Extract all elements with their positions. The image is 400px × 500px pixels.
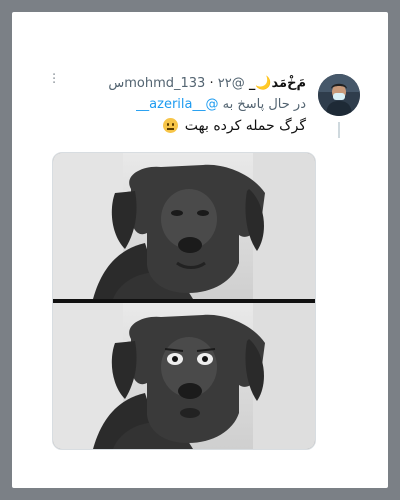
- dog-image-top: [53, 153, 315, 299]
- dog-meme-panel-top[interactable]: [53, 153, 315, 299]
- neutral-face-emoji-icon: [163, 118, 179, 133]
- avatar[interactable]: [318, 74, 360, 116]
- dog-image-bottom: [53, 303, 315, 449]
- reply-mention-link[interactable]: @__azerila__: [136, 97, 218, 112]
- avatar-photo: [318, 74, 360, 116]
- tweet-media[interactable]: [52, 152, 316, 450]
- tweet-text-body: گرگ حمله کرده بهت: [184, 118, 306, 134]
- reply-context: در حال پاسخ به @__azerila__: [136, 97, 306, 113]
- tweet-text: گرگ حمله کرده بهت: [163, 116, 306, 136]
- more-options-icon[interactable]: · · ·: [52, 69, 56, 90]
- reply-prefix: در حال پاسخ به: [222, 97, 306, 112]
- display-name[interactable]: مَ‌خ‌ْمَد🌙_: [249, 76, 306, 91]
- tweet-card[interactable]: · · · مَ‌خ‌ْمَد🌙_ @mohmd_133 · ۲۲س در حال …: [12, 12, 388, 488]
- thread-connector-line: [338, 122, 340, 138]
- dog-meme-panel-bottom[interactable]: [53, 303, 315, 449]
- meta-separator: ·: [209, 76, 214, 91]
- tweet-header: مَ‌خ‌ْمَد🌙_ @mohmd_133 · ۲۲س: [108, 76, 306, 92]
